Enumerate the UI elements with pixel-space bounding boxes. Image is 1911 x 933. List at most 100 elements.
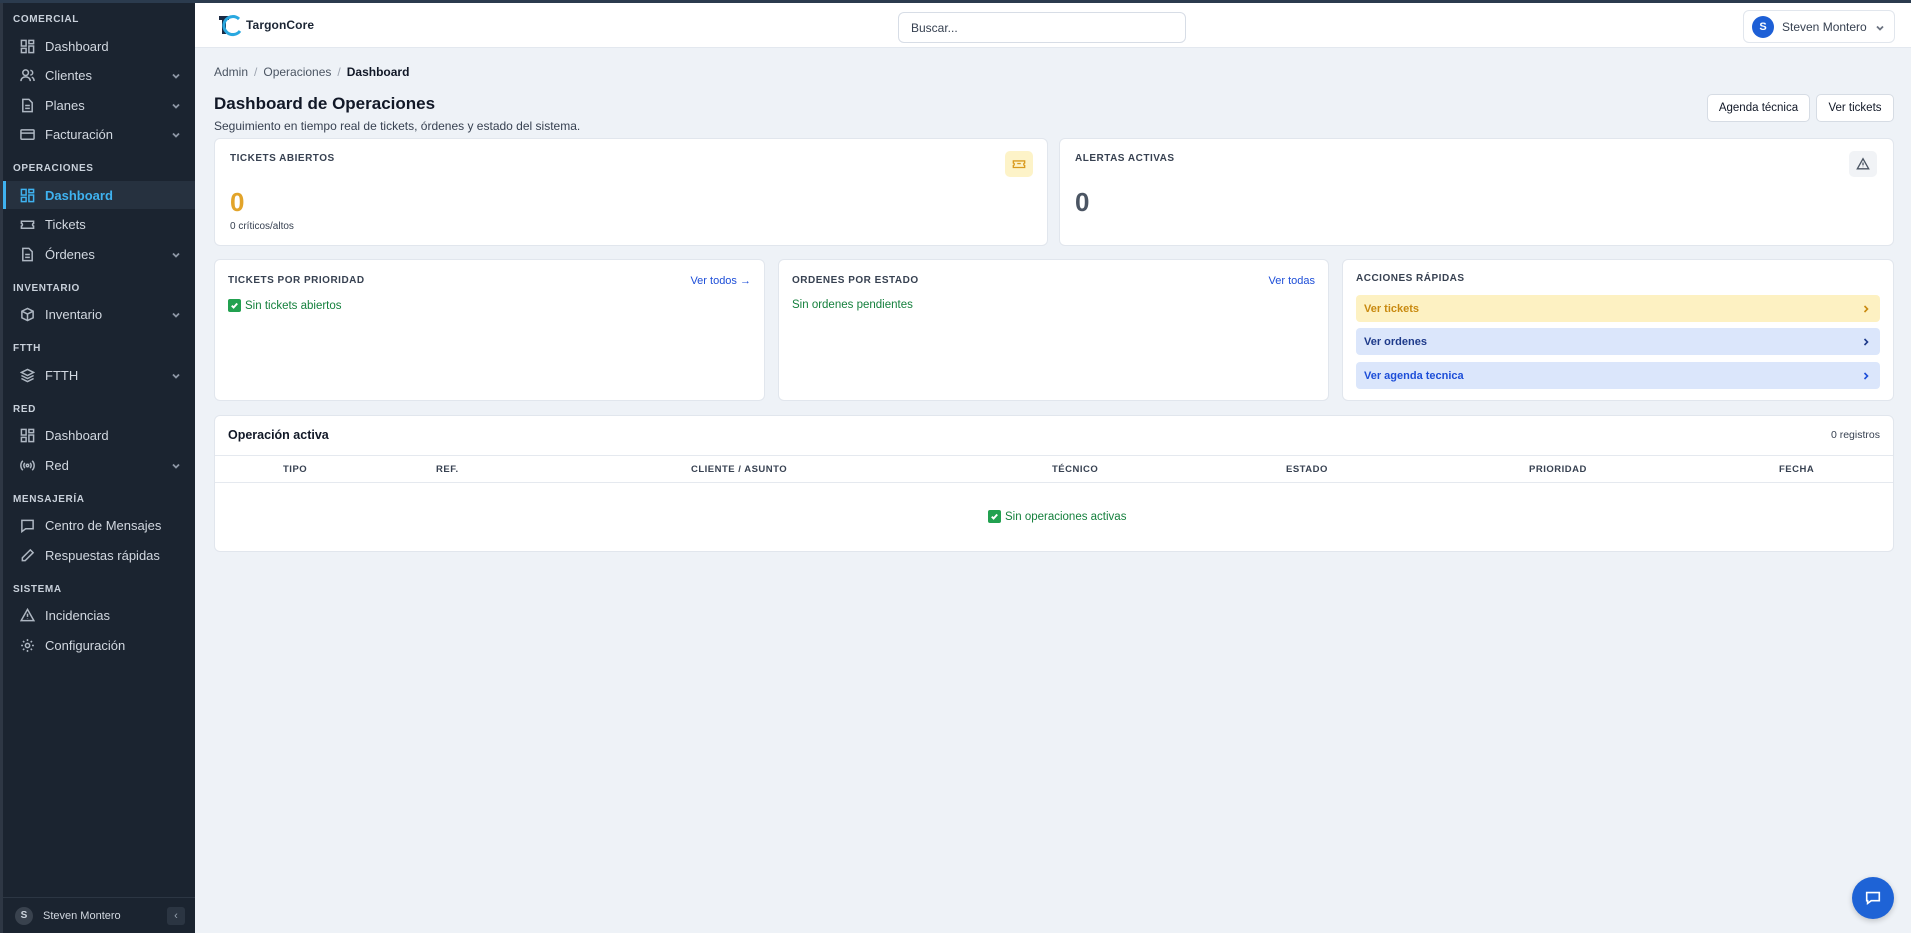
empty-state-text: Sin operaciones activas — [1005, 510, 1127, 523]
breadcrumb-admin[interactable]: Admin — [214, 65, 248, 79]
sidebar-item-label: Respuestas rápidas — [45, 547, 160, 563]
sidebar-item-operaciones-dashboard[interactable]: Dashboard — [3, 181, 195, 209]
avatar: S — [1752, 15, 1774, 38]
top-accent-line — [0, 0, 1911, 3]
empty-state-text: Sin tickets abiertos — [245, 299, 342, 312]
quick-ver-ordenes-button[interactable]: Ver ordenes — [1356, 328, 1880, 355]
empty-state-text: Sin ordenes pendientes — [792, 299, 913, 311]
breadcrumb: Admin / Operaciones / Dashboard — [214, 65, 409, 79]
breadcrumb-operaciones[interactable]: Operaciones — [263, 65, 331, 79]
document-icon — [19, 246, 35, 262]
sidebar-item-incidencias[interactable]: Incidencias — [3, 601, 195, 629]
section-ftth: FTTH — [13, 343, 41, 354]
chevron-down-icon — [1875, 22, 1885, 32]
sidebar-item-red[interactable]: Red — [3, 451, 195, 479]
sidebar-item-respuestas-rapidas[interactable]: Respuestas rápidas — [3, 541, 195, 569]
box-icon — [19, 306, 35, 322]
collapse-sidebar-button[interactable]: ‹ — [167, 907, 185, 925]
section-inventario: INVENTARIO — [13, 283, 80, 294]
page-subtitle: Seguimiento en tiempo real de tickets, ó… — [214, 119, 581, 133]
layers-icon — [19, 367, 35, 383]
card-label: ORDENES POR ESTADO — [792, 275, 919, 286]
column-header[interactable]: PRIORIDAD — [1529, 464, 1587, 475]
sidebar-item-label: Facturación — [45, 126, 113, 142]
column-header[interactable]: REF. — [436, 464, 459, 475]
sidebar-item-inventario[interactable]: Inventario — [3, 300, 195, 328]
column-header[interactable]: ESTADO — [1286, 464, 1328, 475]
check-icon — [988, 510, 1001, 523]
quick-action-label: Ver tickets — [1364, 302, 1420, 315]
sidebar-footer: S Steven Montero ‹ — [3, 897, 195, 933]
ver-tickets-button[interactable]: Ver tickets — [1816, 94, 1894, 122]
chevron-down-icon — [171, 369, 181, 379]
tickets-abiertos-card: TICKETS ABIERTOS 0 0 críticos/altos — [214, 138, 1048, 246]
column-header[interactable]: CLIENTE / ASUNTO — [691, 464, 787, 475]
column-header[interactable]: TÉCNICO — [1052, 464, 1098, 475]
agenda-tecnica-button[interactable]: Agenda técnica — [1707, 94, 1810, 122]
dashboard-icon — [19, 187, 35, 203]
card-label: ACCIONES RÁPIDAS — [1356, 273, 1465, 284]
sidebar-item-comercial-dashboard[interactable]: Dashboard — [3, 32, 195, 60]
sidebar-item-label: Configuración — [45, 637, 126, 653]
sidebar-item-ordenes[interactable]: Órdenes — [3, 240, 195, 268]
chevron-down-icon — [171, 69, 181, 79]
card-label: ALERTAS ACTIVAS — [1075, 153, 1175, 164]
quick-action-label: Ver ordenes — [1364, 335, 1427, 348]
credit-card-icon — [19, 126, 35, 142]
sidebar-item-label: Órdenes — [45, 246, 95, 262]
section-mensajeria: MENSAJERÍA — [13, 494, 85, 505]
warning-icon — [19, 607, 35, 623]
sidebar-item-label: Red — [45, 457, 69, 473]
brand-logo[interactable]: TargonCore — [217, 13, 314, 37]
table-title: Operación activa — [228, 428, 329, 442]
sidebar-item-label: Dashboard — [45, 38, 109, 54]
user-name: Steven Montero — [1782, 19, 1867, 34]
quick-ver-tickets-button[interactable]: Ver tickets — [1356, 295, 1880, 322]
sidebar-item-label: Dashboard — [45, 427, 109, 443]
alerts-count: 0 — [1075, 187, 1090, 217]
ver-todos-link[interactable]: Ver todos → — [690, 275, 751, 287]
chevron-down-icon — [171, 248, 181, 258]
pen-icon — [19, 547, 35, 563]
sidebar-item-label: Clientes — [45, 67, 92, 83]
sidebar-item-label: Centro de Mensajes — [45, 517, 162, 533]
column-header[interactable]: FECHA — [1779, 464, 1814, 475]
tickets-por-prioridad-card: TICKETS POR PRIORIDAD Ver todos → Sin ti… — [214, 259, 765, 401]
search-input[interactable] — [898, 12, 1186, 43]
sidebar-item-label: Planes — [45, 97, 85, 113]
chevron-right-icon — [1862, 371, 1870, 380]
ticket-icon — [1005, 151, 1033, 177]
page-title: Dashboard de Operaciones — [214, 94, 436, 113]
operacion-activa-table: Operación activa 0 registros TIPO REF. C… — [214, 415, 1894, 552]
dashboard-icon — [19, 38, 35, 54]
avatar: S — [15, 906, 33, 925]
sidebar-item-facturacion[interactable]: Facturación — [3, 120, 195, 148]
chevron-right-icon — [1862, 304, 1870, 313]
chat-icon — [1865, 891, 1881, 906]
sidebar-item-configuracion[interactable]: Configuración — [3, 631, 195, 659]
sidebar-item-centro-mensajes[interactable]: Centro de Mensajes — [3, 511, 195, 539]
sidebar-item-tickets[interactable]: Tickets — [3, 210, 195, 238]
ver-todas-link[interactable]: Ver todas — [1269, 275, 1315, 287]
sidebar-item-red-dashboard[interactable]: Dashboard — [3, 421, 195, 449]
sidebar-item-clientes[interactable]: Clientes — [3, 61, 195, 89]
brand-name: TargonCore — [246, 18, 315, 32]
empty-state: Sin operaciones activas — [988, 510, 1126, 523]
dashboard-icon — [19, 427, 35, 443]
ticket-icon — [19, 216, 35, 232]
sidebar-item-planes[interactable]: Planes — [3, 91, 195, 119]
breadcrumb-separator: / — [254, 65, 258, 79]
column-header[interactable]: TIPO — [283, 464, 307, 475]
chevron-right-icon — [1862, 337, 1870, 346]
sidebar-item-ftth[interactable]: FTTH — [3, 361, 195, 389]
user-menu-button[interactable]: S Steven Montero — [1743, 10, 1895, 43]
message-icon — [19, 517, 35, 533]
section-comercial: COMERCIAL — [13, 14, 79, 25]
chevron-down-icon — [171, 128, 181, 138]
brand-logo-icon — [219, 15, 242, 36]
users-icon — [19, 67, 35, 83]
quick-ver-agenda-button[interactable]: Ver agenda tecnica — [1356, 362, 1880, 389]
breadcrumb-current: Dashboard — [346, 65, 410, 79]
chat-button[interactable] — [1852, 877, 1894, 919]
quick-action-label: Ver agenda tecnica — [1364, 369, 1464, 382]
